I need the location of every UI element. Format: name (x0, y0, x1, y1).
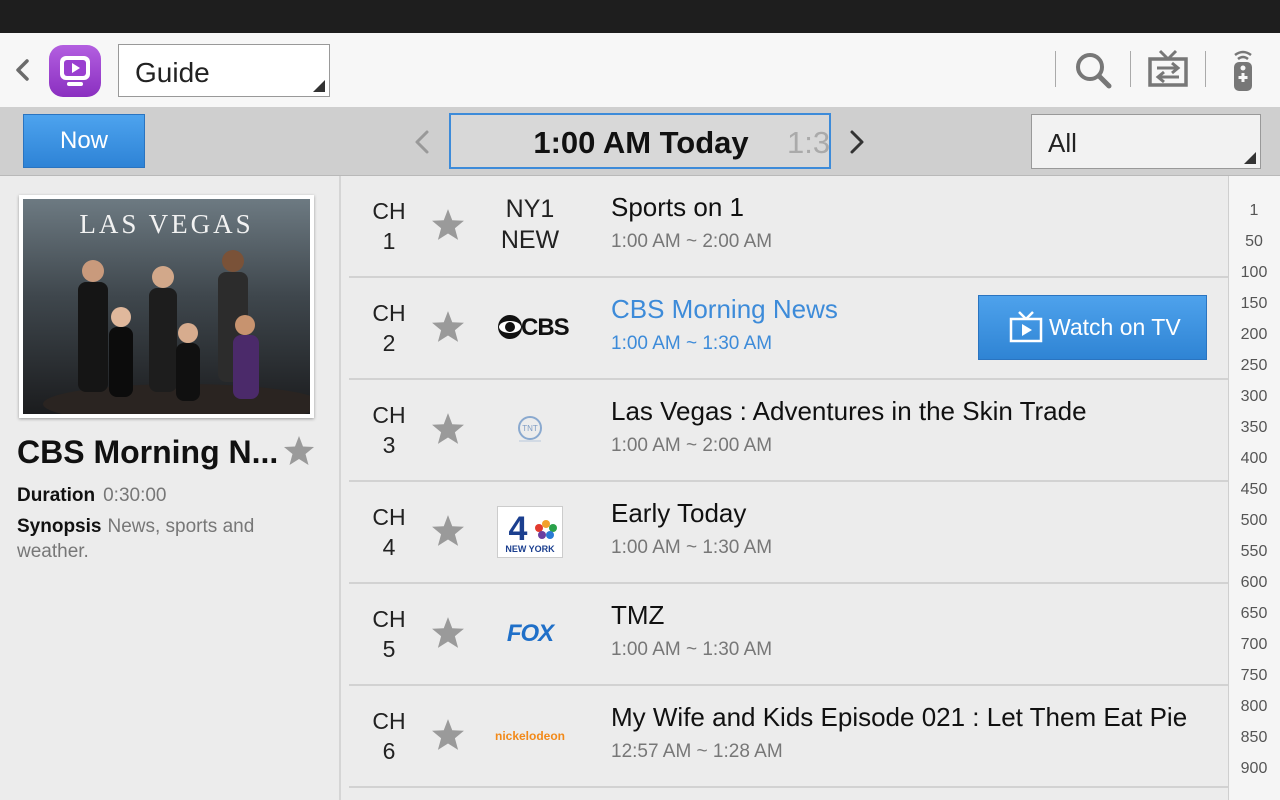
divider (1130, 51, 1131, 87)
favorite-star-icon[interactable] (431, 718, 465, 752)
svg-text:4: 4 (509, 510, 528, 548)
cbs-logo: CBS (497, 314, 570, 344)
dropdown-corner-icon (313, 80, 325, 92)
time-slot-selector[interactable]: 1:00 AM Today 1:3 (449, 113, 831, 169)
channel-index-scrollbar[interactable]: 1 50 100 150 200 250 300 350 400 450 500… (1228, 176, 1280, 800)
next-time-slot: 1:3 (787, 125, 831, 160)
app-logo-icon[interactable] (49, 45, 101, 97)
index-mark[interactable]: 450 (1229, 481, 1279, 499)
fox-logo: FOX (506, 620, 554, 647)
program-time: 1:00 AM ~ 1:30 AM (611, 333, 773, 354)
index-mark[interactable]: 400 (1229, 450, 1279, 468)
index-mark[interactable]: 500 (1229, 512, 1279, 530)
program-title: Early Today (611, 498, 747, 528)
search-icon[interactable] (1071, 47, 1115, 93)
duration-label: Duration (17, 485, 96, 506)
program-title: Las Vegas : Adventures in the Skin Trade (611, 396, 1087, 426)
favorite-star-icon[interactable] (431, 412, 465, 446)
time-navigation-bar: Now 1:00 AM Today 1:3 All (0, 108, 1280, 176)
index-mark[interactable]: 50 (1229, 233, 1279, 251)
view-dropdown-value: Guide (135, 57, 210, 88)
previous-time-icon[interactable] (410, 126, 434, 158)
channel-row[interactable]: CH 3 TNT Las Vegas : Adventures in the Sk… (349, 380, 1228, 482)
channel-filter-dropdown[interactable]: All (1031, 114, 1261, 169)
index-mark[interactable]: 850 (1229, 729, 1279, 747)
ny1-logo: NY1 NEW (500, 195, 560, 254)
index-mark[interactable]: 600 (1229, 574, 1279, 592)
program-title: TMZ (611, 600, 665, 630)
channel-row[interactable]: CH 5 FOX TMZ 1:00 AM ~ 1:30 AM (349, 584, 1228, 686)
index-mark[interactable]: 550 (1229, 543, 1279, 561)
channel-row-selected[interactable]: CH 2 CBS CBS Morning News 1:00 AM ~ 1:30 … (349, 278, 1228, 380)
view-dropdown[interactable]: Guide (118, 44, 330, 97)
index-mark[interactable]: 1 (1229, 202, 1279, 220)
now-button[interactable]: Now (23, 114, 145, 168)
favorite-star-icon[interactable] (431, 208, 465, 242)
index-mark[interactable]: 300 (1229, 388, 1279, 406)
program-title: Sports on 1 (611, 192, 744, 222)
nbc-4-newyork-logo: 4 NEW YORK (497, 506, 563, 558)
favorite-star-icon[interactable] (283, 435, 315, 467)
tv-switch-icon[interactable] (1146, 47, 1190, 93)
back-arrow-icon[interactable] (10, 55, 34, 85)
poster-image: LAS VEGAS (23, 199, 310, 414)
status-bar (0, 0, 1280, 33)
channel-guide-list: CH 1 NY1 NEW Sports on 1 1:00 AM ~ 2:00 AM… (349, 176, 1228, 800)
program-time: 1:00 AM ~ 2:00 AM (611, 435, 773, 456)
synopsis: Synopsis News, sports and weather. (17, 514, 317, 564)
action-bar: Guide (0, 33, 1280, 108)
channel-row[interactable]: CH 6 nickelodeon My Wife and Kids Episode… (349, 686, 1228, 788)
current-time-slot: 1:00 AM Today (533, 125, 749, 160)
channel-number: CH 2 (372, 300, 406, 356)
watch-on-tv-button[interactable]: Watch on TV (978, 295, 1207, 360)
channel-number: CH 6 (372, 708, 406, 764)
dropdown-corner-icon (1244, 152, 1256, 164)
favorite-star-icon[interactable] (431, 616, 465, 650)
favorite-star-icon[interactable] (431, 310, 465, 344)
channel-number: CH 4 (372, 504, 406, 560)
favorite-star-icon[interactable] (431, 514, 465, 548)
program-time: 1:00 AM ~ 2:00 AM (611, 231, 773, 252)
channel-row[interactable]: CH 4 4 NEW YORK Early Today 1:00 AM ~ 1:3… (349, 482, 1228, 584)
program-detail-panel: LAS VEGAS CBS Morning N... Duration 0:30:… (0, 176, 341, 800)
program-title: My Wife and Kids Episode 021 : Let Them … (611, 702, 1188, 732)
program-time: 12:57 AM ~ 1:28 AM (611, 741, 783, 762)
index-mark[interactable]: 650 (1229, 605, 1279, 623)
index-mark[interactable]: 350 (1229, 419, 1279, 437)
index-mark[interactable]: 100 (1229, 264, 1279, 282)
divider (1055, 51, 1056, 87)
nickelodeon-logo: nickelodeon (494, 729, 565, 743)
next-time-icon[interactable] (845, 126, 869, 158)
index-mark[interactable]: 900 (1229, 760, 1279, 778)
index-mark[interactable]: 750 (1229, 667, 1279, 685)
program-time: 1:00 AM ~ 1:30 AM (611, 639, 773, 660)
tnt-logo: TNT (497, 404, 563, 456)
channel-number: CH 3 (372, 402, 406, 458)
svg-text:NEW YORK: NEW YORK (505, 544, 555, 554)
remote-control-icon[interactable] (1221, 47, 1265, 93)
index-mark[interactable]: 150 (1229, 295, 1279, 313)
program-title: CBS Morning N... (17, 434, 279, 470)
duration-line: Duration 0:30:00 (17, 485, 167, 507)
synopsis-label: Synopsis (17, 516, 102, 537)
channel-filter-value: All (1048, 128, 1077, 158)
svg-text:TNT: TNT (522, 424, 538, 433)
index-mark[interactable]: 800 (1229, 698, 1279, 716)
index-mark[interactable]: 250 (1229, 357, 1279, 375)
program-time: 1:00 AM ~ 1:30 AM (611, 537, 773, 558)
watch-on-tv-label: Watch on TV (1049, 314, 1181, 340)
tv-play-icon (1009, 311, 1043, 343)
index-mark[interactable]: 200 (1229, 326, 1279, 344)
channel-row[interactable]: CH 1 NY1 NEW Sports on 1 1:00 AM ~ 2:00 AM (349, 176, 1228, 278)
channel-number: CH 1 (372, 198, 406, 254)
index-mark[interactable]: 700 (1229, 636, 1279, 654)
program-poster: LAS VEGAS (19, 195, 314, 418)
channel-number: CH 5 (372, 606, 406, 662)
program-title: CBS Morning News (611, 294, 838, 324)
duration-value: 0:30:00 (103, 485, 167, 506)
divider (1205, 51, 1206, 87)
